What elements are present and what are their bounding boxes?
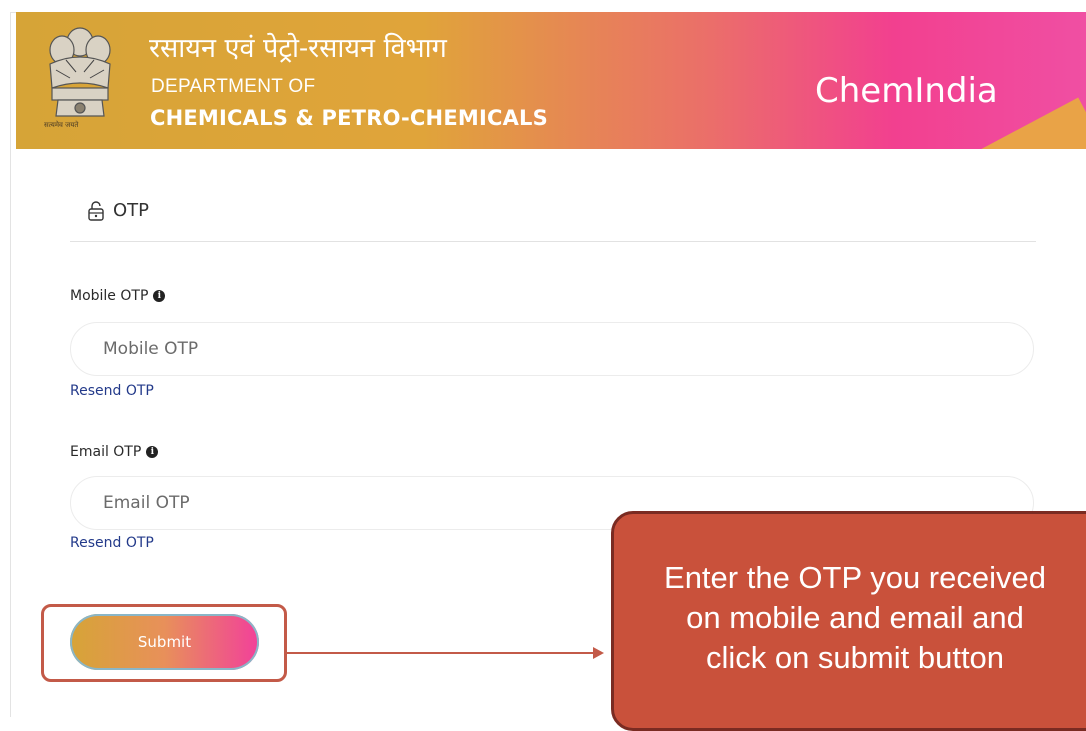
mobile-otp-label: Mobile OTP i [70,288,166,304]
callout-arrow-head [593,647,604,659]
instruction-callout: Enter the OTP you received on mobile and… [611,511,1086,731]
submit-button[interactable]: Submit [70,614,259,670]
department-title-line1: DEPARTMENT OF [151,76,316,97]
mobile-otp-label-text: Mobile OTP [70,288,149,304]
mobile-otp-input[interactable] [70,322,1034,376]
callout-text: Enter the OTP you received on mobile and… [664,560,1046,675]
section-header: OTP [87,200,149,221]
resend-email-otp-link[interactable]: Resend OTP [70,535,154,551]
email-otp-label-text: Email OTP [70,444,142,460]
resend-mobile-otp-link[interactable]: Resend OTP [70,383,154,399]
section-title: OTP [113,200,150,221]
info-icon[interactable]: i [153,290,166,302]
info-icon[interactable]: i [146,446,159,458]
brand-logo-text: ChemIndia [815,71,998,111]
email-otp-label: Email OTP i [70,444,159,460]
lock-icon [88,200,104,221]
callout-arrow-line [287,652,595,654]
section-divider [70,241,1036,242]
department-title-line2: CHEMICALS & PETRO-CHEMICALS [150,106,548,130]
emblem-caption: सत्यमेव जयते [44,121,79,129]
site-header: सत्यमेव जयते रसायन एवं पेट्रो-रसायन विभा… [16,12,1086,149]
department-hindi-title: रसायन एवं पेट्रो-रसायन विभाग [149,33,447,64]
